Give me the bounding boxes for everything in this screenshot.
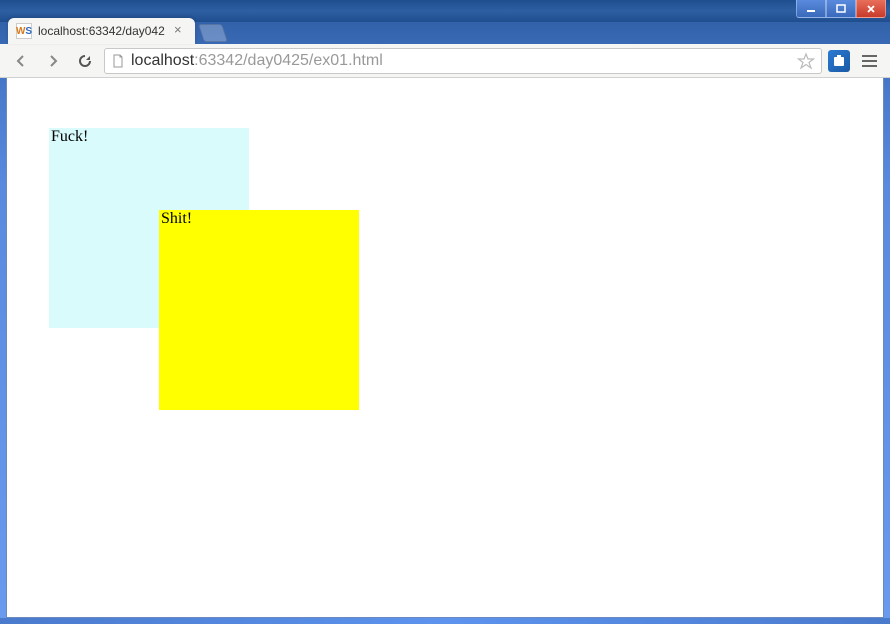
favicon-letter-s: S: [25, 26, 32, 37]
tab-title: localhost:63342/day042: [38, 24, 165, 38]
new-tab-button[interactable]: [198, 24, 228, 42]
url-path: :63342/day0425/ex01.html: [194, 52, 383, 69]
favicon-letter-w: W: [16, 26, 25, 37]
rendered-page: Fuck! Shit!: [7, 78, 883, 617]
forward-arrow-icon: [45, 53, 61, 69]
forward-button[interactable]: [40, 48, 66, 74]
minimize-icon: [805, 4, 817, 14]
toolbar: localhost:63342/day0425/ex01.html: [0, 44, 890, 78]
maximize-icon: [835, 4, 847, 14]
page-icon: [111, 54, 125, 68]
tab-close-button[interactable]: ×: [171, 24, 185, 38]
yellow-box: Shit!: [159, 210, 359, 410]
back-arrow-icon: [13, 53, 29, 69]
url-text: localhost:63342/day0425/ex01.html: [131, 52, 791, 70]
reload-button[interactable]: [72, 48, 98, 74]
reload-icon: [77, 53, 93, 69]
address-bar[interactable]: localhost:63342/day0425/ex01.html: [104, 48, 822, 74]
url-host: localhost: [131, 52, 194, 69]
menu-button[interactable]: [856, 48, 882, 74]
back-button[interactable]: [8, 48, 34, 74]
extension-icon: [832, 54, 846, 68]
extension-button[interactable]: [828, 50, 850, 72]
close-icon: [865, 4, 877, 14]
hamburger-icon: [862, 55, 877, 57]
browser-tab[interactable]: WS localhost:63342/day042 ×: [8, 18, 195, 44]
page-viewport: Fuck! Shit!: [6, 78, 884, 618]
desktop-edge: [0, 618, 890, 624]
bookmark-star-icon[interactable]: [797, 52, 815, 70]
favicon-icon: WS: [16, 23, 32, 39]
tab-strip: WS localhost:63342/day042 ×: [0, 16, 890, 44]
browser-window: WS localhost:63342/day042 × localhost:63…: [0, 0, 890, 624]
